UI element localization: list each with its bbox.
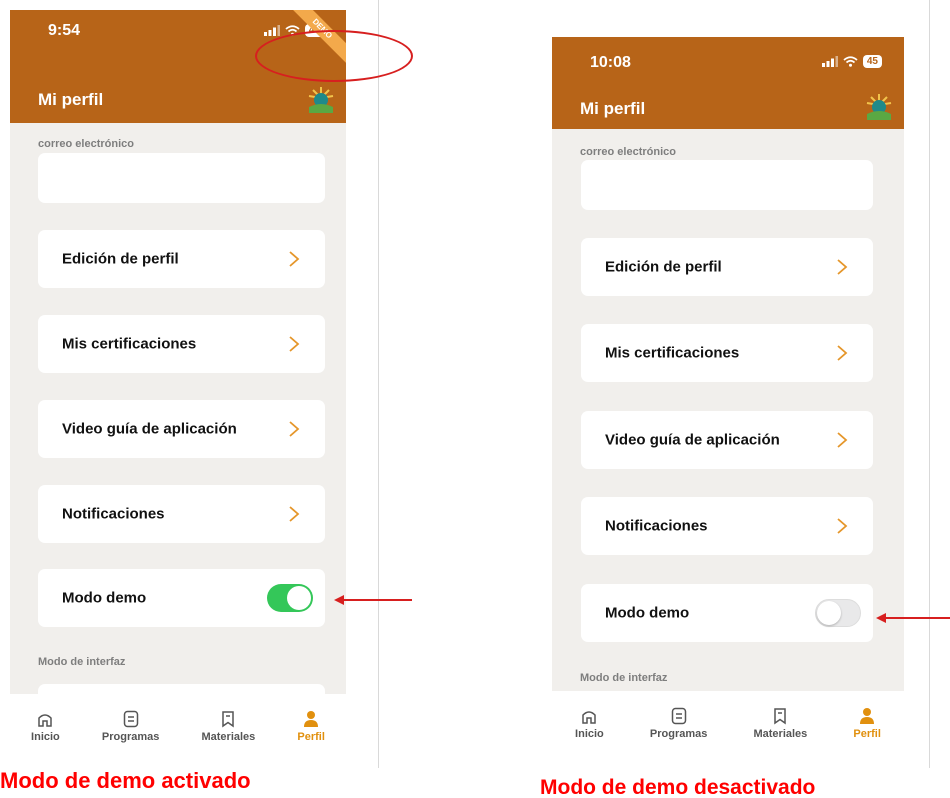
tab-label: Programas: [649, 728, 708, 740]
tab-inicio[interactable]: Inicio: [575, 706, 604, 740]
tab-label: Programas: [101, 731, 160, 743]
menu-label: Notificaciones: [605, 517, 708, 535]
chevron-right-icon: [837, 345, 848, 361]
home-icon: [582, 711, 597, 724]
demo-mode-row: Modo demo: [581, 584, 873, 642]
tab-programas[interactable]: Programas: [650, 706, 707, 740]
chevron-right-icon: [289, 251, 300, 267]
chevron-right-icon: [289, 336, 300, 352]
document-icon: [123, 710, 138, 728]
person-icon: [304, 711, 319, 727]
menu-certifications[interactable]: Mis certificaciones: [38, 315, 325, 373]
menu-video-guide[interactable]: Video guía de aplicación: [38, 400, 325, 458]
divider-left: [378, 0, 379, 768]
status-time: 9:54: [48, 22, 81, 39]
menu-video-guide[interactable]: Video guía de aplicación: [581, 411, 873, 469]
phone-demo-on: 9:54 46 DEMO Mi perfil correo electrónic…: [10, 10, 346, 758]
divider-right: [929, 0, 930, 768]
bookmark-icon: [222, 711, 235, 728]
person-icon: [860, 708, 875, 724]
interface-mode-label: Modo de interfaz: [580, 672, 668, 684]
menu-label: Edición de perfil: [62, 250, 179, 268]
avatar-icon[interactable]: [306, 85, 336, 115]
status-time: 10:08: [590, 54, 631, 71]
caption-demo-on: Modo de demo activado: [0, 768, 251, 793]
header: 10:08 45 Mi perfil: [552, 37, 904, 129]
demo-mode-label: Modo demo: [62, 589, 147, 607]
menu-notifications[interactable]: Notificaciones: [581, 497, 873, 555]
email-label: correo electrónico: [38, 138, 134, 150]
page-title: Mi perfil: [38, 90, 104, 109]
chevron-right-icon: [837, 432, 848, 448]
chevron-right-icon: [837, 518, 848, 534]
phone-demo-off: 10:08 45 Mi perfil correo electrónico Ed…: [552, 37, 904, 755]
menu-label: Notificaciones: [62, 505, 165, 523]
tab-bar: Inicio Programas Materiales Perfil: [552, 691, 904, 755]
chevron-right-icon: [289, 506, 300, 522]
arrow-left-icon: [876, 613, 950, 623]
battery-icon: 45: [862, 55, 882, 68]
email-label: correo electrónico: [580, 146, 676, 158]
toggle-knob: [287, 586, 311, 610]
avatar-icon[interactable]: [864, 92, 894, 122]
tab-programas[interactable]: Programas: [102, 709, 159, 743]
tab-inicio[interactable]: Inicio: [31, 709, 60, 743]
menu-label: Mis certificaciones: [62, 335, 197, 353]
interface-mode-label: Modo de interfaz: [38, 656, 126, 668]
bookmark-icon: [774, 708, 787, 725]
document-icon: [671, 707, 686, 725]
menu-label: Video guía de aplicación: [605, 431, 780, 449]
demo-mode-label: Modo demo: [605, 604, 690, 622]
menu-edit-profile[interactable]: Edición de perfil: [581, 238, 873, 296]
demo-mode-toggle[interactable]: [815, 599, 861, 627]
page-title: Mi perfil: [580, 99, 646, 118]
tab-bar: Inicio Programas Materiales Perfil: [10, 694, 346, 758]
tab-perfil[interactable]: Perfil: [297, 709, 325, 743]
menu-label: Edición de perfil: [605, 258, 722, 276]
tab-label: Perfil: [853, 728, 881, 740]
tab-materiales[interactable]: Materiales: [201, 709, 255, 743]
tab-label: Perfil: [297, 731, 325, 743]
chevron-right-icon: [837, 259, 848, 275]
signal-icon: [263, 25, 280, 36]
annotation-ellipse: [255, 30, 413, 82]
demo-mode-toggle[interactable]: [267, 584, 313, 612]
chevron-right-icon: [289, 421, 300, 437]
menu-notifications[interactable]: Notificaciones: [38, 485, 325, 543]
tab-label: Inicio: [575, 728, 604, 740]
tab-label: Inicio: [31, 731, 60, 743]
tab-materiales[interactable]: Materiales: [753, 706, 807, 740]
email-field[interactable]: [581, 160, 873, 210]
arrow-left-icon: [334, 595, 412, 605]
menu-certifications[interactable]: Mis certificaciones: [581, 324, 873, 382]
menu-edit-profile[interactable]: Edición de perfil: [38, 230, 325, 288]
signal-icon: [821, 56, 838, 67]
tab-perfil[interactable]: Perfil: [853, 706, 881, 740]
menu-label: Mis certificaciones: [605, 344, 740, 362]
tab-label: Materiales: [753, 728, 808, 740]
caption-demo-off: Modo de demo desactivado: [540, 776, 816, 798]
email-field[interactable]: [38, 153, 325, 203]
toggle-knob: [817, 601, 841, 625]
status-icons: 45: [821, 55, 882, 68]
home-icon: [38, 714, 53, 727]
menu-label: Video guía de aplicación: [62, 420, 237, 438]
tab-label: Materiales: [201, 731, 256, 743]
demo-mode-row: Modo demo: [38, 569, 325, 627]
wifi-icon: [843, 56, 858, 67]
